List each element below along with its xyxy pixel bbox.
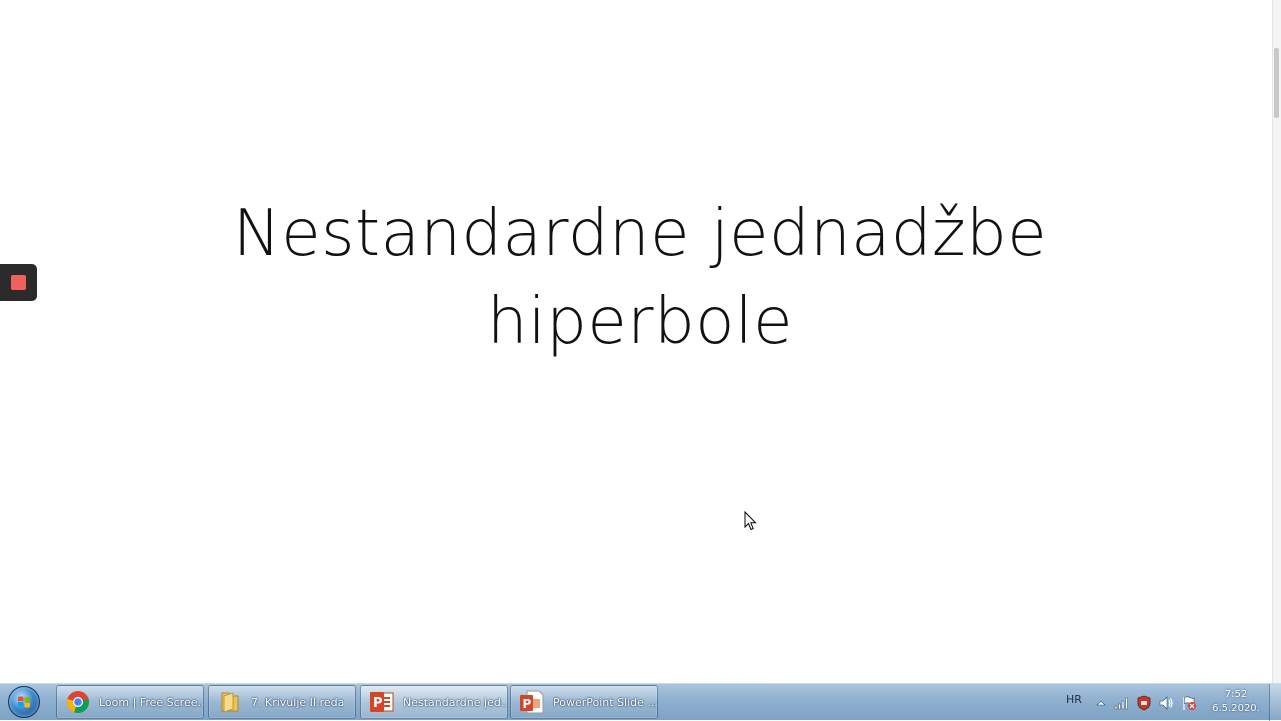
slide-scrollbar[interactable] (1272, 0, 1281, 683)
windows-start-orb-icon (8, 686, 40, 718)
chrome-icon (65, 689, 91, 715)
clock-time: 7:52 (1224, 689, 1248, 700)
taskbar-item-chrome[interactable]: Loom | Free Scree... (56, 685, 204, 719)
taskbar-item-powerpoint-editor[interactable]: P Nestandardne jed... (360, 685, 508, 719)
stop-recording-icon (11, 275, 26, 290)
powerpoint-slideshow-icon: P (519, 689, 545, 715)
slide-title-line-1: Nestandardne jednadžbe (232, 197, 1048, 271)
clock-date: 6.5.2020. (1212, 703, 1260, 714)
taskbar-item-folder[interactable]: 7. Krivulje II.reda (208, 685, 356, 719)
folder-icon (217, 689, 243, 715)
system-clock[interactable]: 7:52 6.5.2020. (1206, 688, 1266, 716)
taskbar-item-powerpoint-slideshow[interactable]: P PowerPoint Slide ... (510, 685, 658, 719)
taskbar-item-label: PowerPoint Slide ... (553, 695, 657, 709)
slide-title: Nestandardne jednadžbe hiperbole (140, 190, 1140, 366)
shield-icon[interactable] (1136, 695, 1152, 711)
show-hidden-icons-arrow[interactable] (1093, 695, 1109, 711)
loom-stop-recording-button[interactable] (0, 264, 37, 301)
input-language-indicator[interactable]: HR (1066, 693, 1082, 706)
windows-flag-icon (18, 696, 30, 708)
network-icon[interactable] (1114, 695, 1130, 711)
windows-taskbar: Loom | Free Scree... 7. Krivulje II.reda… (0, 683, 1281, 721)
scrollbar-thumb[interactable] (1274, 48, 1279, 118)
mouse-pointer-icon (744, 511, 757, 531)
taskbar-item-label: Loom | Free Scree... (99, 695, 203, 709)
taskbar-item-label: Nestandardne jed... (403, 695, 507, 709)
start-button[interactable] (6, 685, 42, 719)
svg-text:P: P (373, 696, 383, 711)
powerpoint-icon: P (369, 689, 395, 715)
slide-canvas: Nestandardne jednadžbe hiperbole (0, 0, 1281, 683)
system-tray: HR 7:52 6.5.2020. (1060, 684, 1281, 721)
taskbar-item-label: 7. Krivulje II.reda (251, 695, 345, 709)
volume-icon[interactable] (1158, 695, 1174, 711)
show-desktop-button[interactable] (1269, 684, 1281, 721)
slide-title-line-2: hiperbole (486, 285, 794, 359)
svg-text:P: P (523, 697, 532, 711)
action-center-flag-icon[interactable] (1181, 695, 1197, 711)
